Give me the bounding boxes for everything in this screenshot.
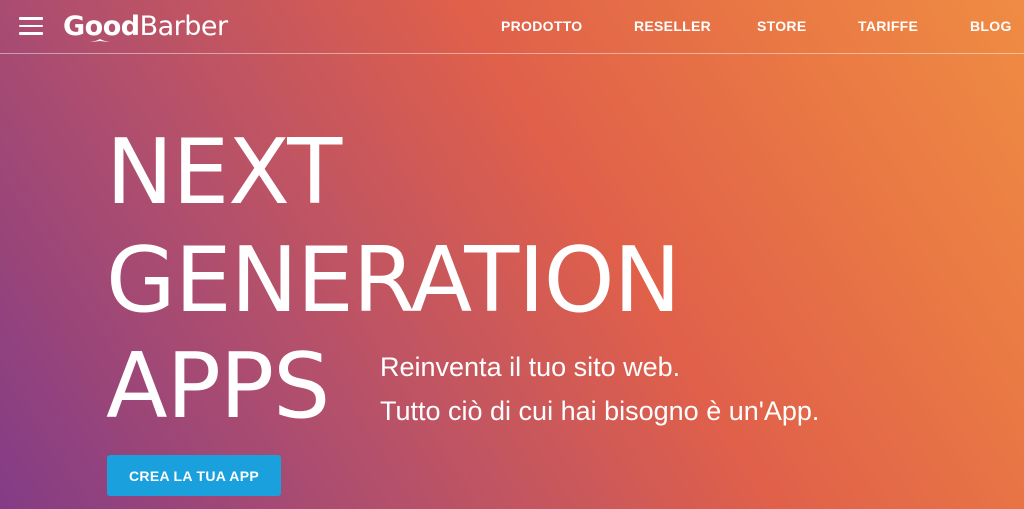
logo-text-barber: Barber — [139, 10, 229, 42]
nav-item-tariffe[interactable]: TARIFFE — [858, 0, 918, 54]
nav-item-prodotto[interactable]: PRODOTTO — [501, 0, 582, 54]
mustache-icon — [83, 38, 117, 42]
menu-bar — [19, 24, 43, 27]
nav-item-store[interactable]: STORE — [757, 0, 806, 54]
hero-title-line-3: APPS — [106, 334, 330, 439]
hero-tagline-line-2: Tutto ciò di cui hai bisogno è un'App. — [380, 396, 820, 426]
landing-page: Good Barber PRODOTTO RESELLER STORE TARIF… — [0, 0, 1024, 509]
hero-title-line-2: GENERATION — [106, 228, 681, 333]
menu-bar — [19, 32, 43, 35]
hero-title-line-1: NEXT — [106, 120, 342, 225]
nav-item-blog[interactable]: BLOG — [970, 0, 1012, 54]
menu-bar — [19, 17, 43, 20]
goodbarber-logo[interactable]: Good Barber — [63, 8, 228, 44]
nav-item-reseller[interactable]: RESELLER — [634, 0, 711, 54]
create-app-button[interactable]: CREA LA TUA APP — [107, 455, 281, 496]
hero-tagline-line-1: Reinventa il tuo sito web. — [380, 352, 681, 382]
site-header: Good Barber PRODOTTO RESELLER STORE TARIF… — [0, 0, 1024, 54]
hamburger-menu-icon[interactable] — [19, 16, 43, 36]
